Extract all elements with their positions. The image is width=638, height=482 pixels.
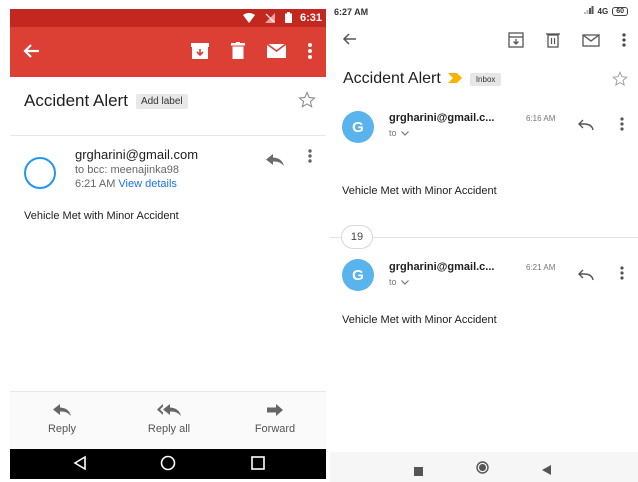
signal-icon (583, 6, 594, 16)
battery-icon (285, 12, 292, 26)
android-nav-bar (330, 452, 638, 482)
subject-title: Accident Alert (343, 70, 441, 87)
more-vert-icon[interactable] (308, 42, 312, 64)
left-gmail-screen: 6:31 Accident Alert Add label grgharini@… (10, 9, 326, 479)
home-circle-icon[interactable] (476, 461, 489, 479)
subject-row: Accident Alert Inbox (343, 70, 502, 88)
reply-label: Reply (47, 423, 77, 435)
sender-email[interactable]: grgharini@gmail.c... (389, 112, 494, 124)
reply-icon (22, 401, 102, 419)
recipients-line: to bcc: meenajinka98 (75, 164, 179, 176)
mail-icon[interactable] (266, 42, 287, 63)
back-triangle-icon[interactable] (542, 462, 552, 480)
reply-button[interactable]: Reply (22, 401, 102, 435)
mail-icon[interactable] (582, 33, 600, 52)
android-nav-bar (10, 449, 326, 479)
message-body: Vehicle Met with Minor Accident (342, 314, 497, 326)
reply-all-icon (129, 401, 209, 419)
status-bar: 6:31 (10, 9, 326, 27)
reply-icon[interactable] (578, 268, 594, 286)
subject-title: Accident Alert (24, 91, 128, 110)
recents-square-icon[interactable] (414, 463, 423, 481)
more-vert-icon[interactable] (622, 33, 626, 52)
sender-email[interactable]: grgharini@gmail.c... (389, 261, 494, 273)
avatar[interactable] (24, 157, 56, 189)
date-separator-line (330, 237, 638, 238)
home-circle-icon[interactable] (160, 455, 176, 476)
reply-icon[interactable] (578, 118, 594, 136)
back-arrow-icon[interactable] (22, 41, 46, 63)
message-more-icon[interactable] (620, 266, 624, 285)
view-details-link[interactable]: View details (118, 178, 177, 190)
archive-icon[interactable] (191, 42, 209, 64)
forward-label: Forward (254, 423, 296, 435)
inbox-label-chip[interactable]: Inbox (469, 72, 502, 86)
message-time: 6:16 AM (526, 114, 556, 123)
archive-icon[interactable] (508, 32, 524, 53)
chevron-down-icon (400, 128, 409, 138)
signal-off-icon (265, 12, 275, 26)
avatar[interactable]: G (342, 111, 374, 143)
battery-level: 60 (612, 6, 628, 16)
importance-marker-icon[interactable] (447, 70, 462, 88)
recents-square-icon[interactable] (250, 455, 266, 476)
received-time: 6:21 AM (75, 178, 116, 190)
status-time: 6:31 (299, 12, 322, 24)
recipients-toggle[interactable]: to (389, 128, 409, 138)
recipients-toggle[interactable]: to (389, 277, 409, 287)
toolbar (10, 27, 326, 77)
reply-all-button[interactable]: Reply all (129, 401, 209, 435)
toolbar (330, 26, 638, 56)
forward-button[interactable]: Forward (235, 401, 315, 435)
message-time: 6:21 AM (526, 263, 556, 272)
reply-icon[interactable] (266, 153, 284, 171)
subject-row: Accident Alert Add label (24, 91, 188, 111)
bottom-action-bar: Reply Reply all Forward (10, 391, 326, 449)
message-body: Vehicle Met with Minor Accident (342, 185, 497, 197)
date-separator-chip: 19 (341, 225, 373, 249)
add-label-chip[interactable]: Add label (135, 93, 188, 109)
chevron-down-icon (400, 277, 409, 287)
star-icon[interactable] (298, 91, 316, 114)
status-time: 6:27 AM (334, 7, 369, 17)
status-bar: 6:27 AM 4G 60 (330, 0, 638, 22)
right-gmail-screen: 6:27 AM 4G 60 Accident Alert Inbox G grg… (330, 0, 638, 482)
avatar[interactable]: G (342, 259, 374, 291)
forward-icon (235, 401, 315, 419)
back-triangle-icon[interactable] (72, 455, 88, 476)
star-icon[interactable] (612, 71, 628, 92)
network-type: 4G (597, 6, 609, 16)
divider (10, 135, 326, 136)
reply-all-label: Reply all (147, 423, 191, 435)
message-more-icon[interactable] (620, 117, 624, 136)
wifi-icon (243, 12, 255, 26)
delete-icon[interactable] (231, 42, 245, 64)
back-arrow-icon[interactable] (342, 31, 358, 52)
recipients-label: to (389, 128, 397, 138)
message-body: Vehicle Met with Minor Accident (24, 210, 179, 222)
received-line: 6:21 AM View details (75, 178, 177, 190)
status-indicators: 4G 60 (583, 6, 628, 16)
delete-icon[interactable] (546, 32, 560, 53)
recipients-label: to (389, 277, 397, 287)
sender-email[interactable]: grgharini@gmail.com (75, 147, 198, 162)
message-more-icon[interactable] (308, 149, 312, 168)
